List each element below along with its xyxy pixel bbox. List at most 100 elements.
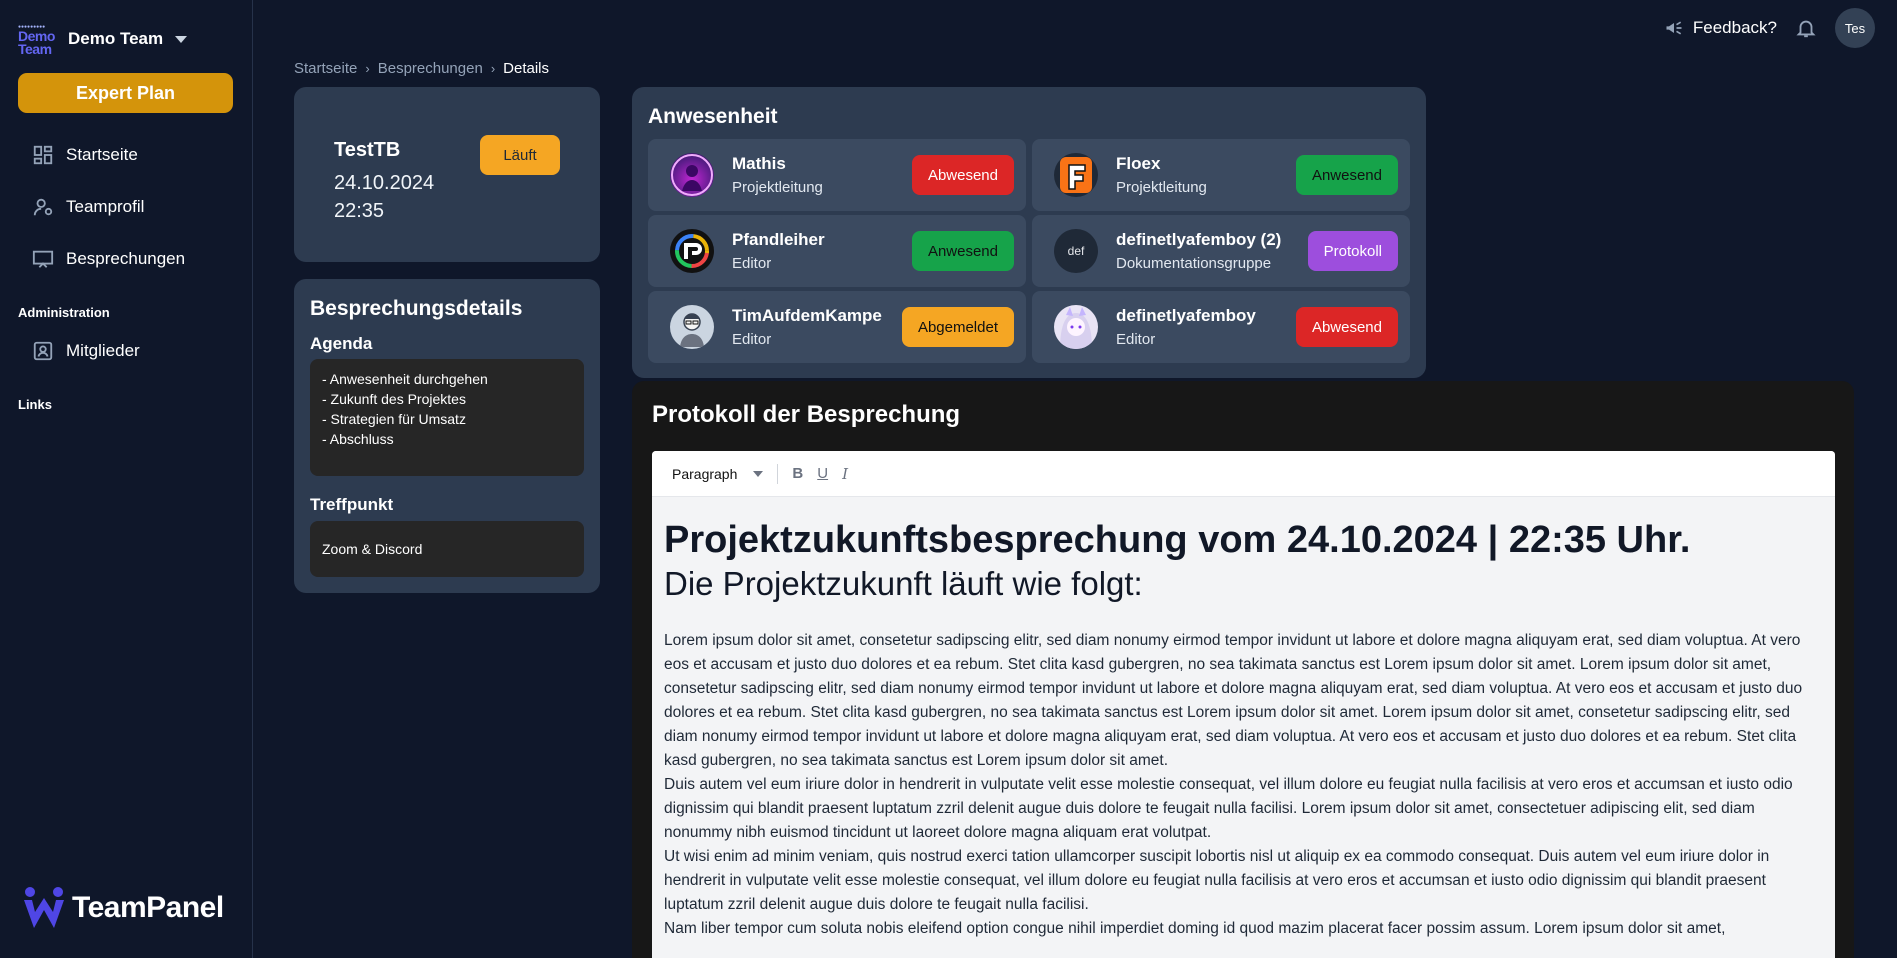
feedback-button[interactable]: Feedback? (1663, 18, 1777, 38)
member-role: Projektleitung (1116, 179, 1207, 196)
meeting-date: 24.10.2024 (334, 172, 435, 194)
attendance-item[interactable]: Pfandleiher Editor Anwesend (648, 215, 1026, 287)
meeting-status-button[interactable]: Läuft (480, 135, 560, 175)
protocol-paragraph: Lorem ipsum dolor sit amet, consetetur s… (664, 632, 1803, 769)
attendance-status-button[interactable]: Abgemeldet (901, 307, 1014, 347)
rainbow-ring-icon (675, 234, 709, 268)
expert-plan-button[interactable]: Expert Plan (18, 73, 233, 113)
italic-button[interactable]: I (842, 465, 848, 483)
agenda-item: - Anwesenheit durchgehen (322, 371, 488, 387)
attendance-item[interactable]: TimAufdemKampe Editor Abgemeldet (648, 291, 1026, 363)
section-label-administration: Administration (18, 305, 110, 320)
breadcrumb-besprechungen[interactable]: Besprechungen (378, 60, 483, 77)
breadcrumb-details: Details (503, 60, 550, 77)
meeting-title: TestTB (334, 139, 401, 161)
sidebar-item-besprechungen[interactable]: Besprechungen (32, 248, 185, 270)
user-icon (33, 198, 53, 216)
protocol-paragraph: Nam liber tempor cum soluta nobis eleife… (664, 920, 1726, 937)
user-avatar[interactable]: Tes (1835, 8, 1875, 48)
protocol-paragraph: Duis autem vel eum iriure dolor in hendr… (664, 776, 1793, 841)
attendance-title: Anwesenheit (648, 105, 778, 128)
block-format-value: Paragraph (672, 465, 738, 482)
presentation-icon (32, 250, 54, 268)
topbar: Feedback? Tes (1663, 8, 1875, 48)
team-switcher[interactable]: ●●●●●●●●● Demo Team Demo Team (18, 24, 188, 57)
bold-button[interactable]: B (792, 465, 803, 482)
feedback-label: Feedback? (1692, 18, 1777, 37)
bell-icon[interactable] (1795, 16, 1817, 40)
agenda-item: - Zukunft des Projektes (322, 391, 466, 407)
protocol-title: Protokoll der Besprechung (652, 401, 961, 428)
anime-avatar (1054, 305, 1098, 349)
members-icon (33, 341, 53, 361)
protocol-card: Protokoll der Besprechung Paragraph B U … (632, 381, 1854, 958)
sidebar-item-startseite[interactable]: Startseite (32, 144, 138, 166)
f-logo-avatar (1054, 153, 1098, 197)
dashboard-icon (33, 145, 53, 165)
sidebar-item-label: Teamprofil (66, 197, 145, 216)
chevron-down-icon (753, 470, 764, 477)
member-role: Projektleitung (732, 179, 823, 196)
chevron-right-icon: › (490, 61, 496, 76)
member-name: TimAufdemKampe (732, 306, 882, 325)
member-name: Floex (1116, 154, 1161, 173)
toolbar-divider (777, 463, 779, 484)
member-name: Pfandleiher (732, 230, 825, 249)
rich-text-editor[interactable]: Paragraph B U I Projektzukunftsbesprechu… (652, 451, 1835, 958)
team-logo-text: Demo Team (18, 28, 55, 57)
attendance-status-button[interactable]: Abwesend (1295, 307, 1398, 347)
attendance-status-button[interactable]: Protokoll (1307, 231, 1398, 271)
sidebar: ●●●●●●●●● Demo Team Demo Team Expert Plan… (0, 0, 253, 958)
member-name: definetlyafemboy (1116, 306, 1256, 325)
sidebar-item-mitglieder[interactable]: Mitglieder (32, 340, 140, 362)
silhouette-icon (671, 154, 713, 196)
sidebar-item-label: Mitglieder (66, 341, 140, 360)
meeting-point-box: Zoom & Discord (310, 521, 584, 577)
breadcrumb-startseite[interactable]: Startseite (294, 60, 357, 77)
teampanel-logo-icon (24, 887, 64, 928)
member-role: Dokumentationsgruppe (1116, 255, 1272, 272)
attendance-item[interactable]: Floex Projektleitung Anwesend (1032, 139, 1410, 211)
agenda-item: - Abschluss (322, 431, 394, 447)
meeting-point-label: Treffpunkt (310, 495, 394, 514)
sidebar-item-label: Startseite (66, 145, 138, 164)
f-logo-icon (1060, 157, 1092, 193)
meeting-time: 22:35 (334, 200, 385, 222)
attendance-status-button[interactable]: Anwesend (911, 231, 1014, 271)
member-role: Editor (732, 255, 772, 272)
person-drawing-icon (680, 313, 704, 347)
editor-content[interactable]: Projektzukunftsbesprechung vom 24.10.202… (652, 497, 1835, 958)
megaphone-icon (1666, 21, 1682, 35)
brand-name: TeamPanel (72, 891, 224, 924)
member-role: Editor (732, 331, 772, 348)
attendance-item[interactable]: Mathis Projektleitung Abwesend (648, 139, 1026, 211)
details-title: Besprechungsdetails (310, 297, 523, 320)
anime-character-icon (1060, 307, 1092, 349)
rainbow-avatar (670, 229, 714, 273)
editor-toolbar: Paragraph B U I (652, 451, 1835, 497)
agenda-item: - Strategien für Umsatz (322, 411, 466, 427)
initials-avatar: def (1054, 229, 1098, 273)
sidebar-item-teamprofil[interactable]: Teamprofil (32, 196, 144, 218)
underline-button[interactable]: U (817, 465, 828, 482)
agenda-label: Agenda (310, 334, 373, 353)
protocol-heading: Projektzukunftsbesprechung vom 24.10.202… (664, 519, 1691, 561)
meeting-datetime: 24.10.2024 22:35 (334, 169, 434, 225)
team-name: Demo Team (68, 29, 164, 48)
block-format-select[interactable]: Paragraph (672, 465, 764, 482)
team-logo: ●●●●●●●●● Demo Team (18, 24, 55, 57)
member-name: definetlyafemboy (2) (1116, 230, 1282, 249)
attendance-card: Anwesenheit Mathis Projektleitung Abwese… (632, 87, 1426, 378)
meeting-point-value: Zoom & Discord (322, 541, 423, 557)
attendance-item[interactable]: def definetlyafemboy (2) Dokumentationsg… (1032, 215, 1410, 287)
member-name: Mathis (732, 154, 786, 173)
section-label-links: Links (18, 397, 52, 412)
meeting-details-card: Besprechungsdetails Agenda - Anwesenheit… (294, 279, 600, 593)
agenda-box: - Anwesenheit durchgehen - Zukunft des P… (310, 359, 584, 476)
attendance-item[interactable]: definetlyafemboy Editor Abwesend (1032, 291, 1410, 363)
attendance-status-button[interactable]: Abwesend (911, 155, 1014, 195)
person-avatar (670, 305, 714, 349)
sidebar-item-label: Besprechungen (66, 249, 186, 268)
purple-avatar (670, 153, 714, 197)
attendance-status-button[interactable]: Anwesend (1295, 155, 1398, 195)
